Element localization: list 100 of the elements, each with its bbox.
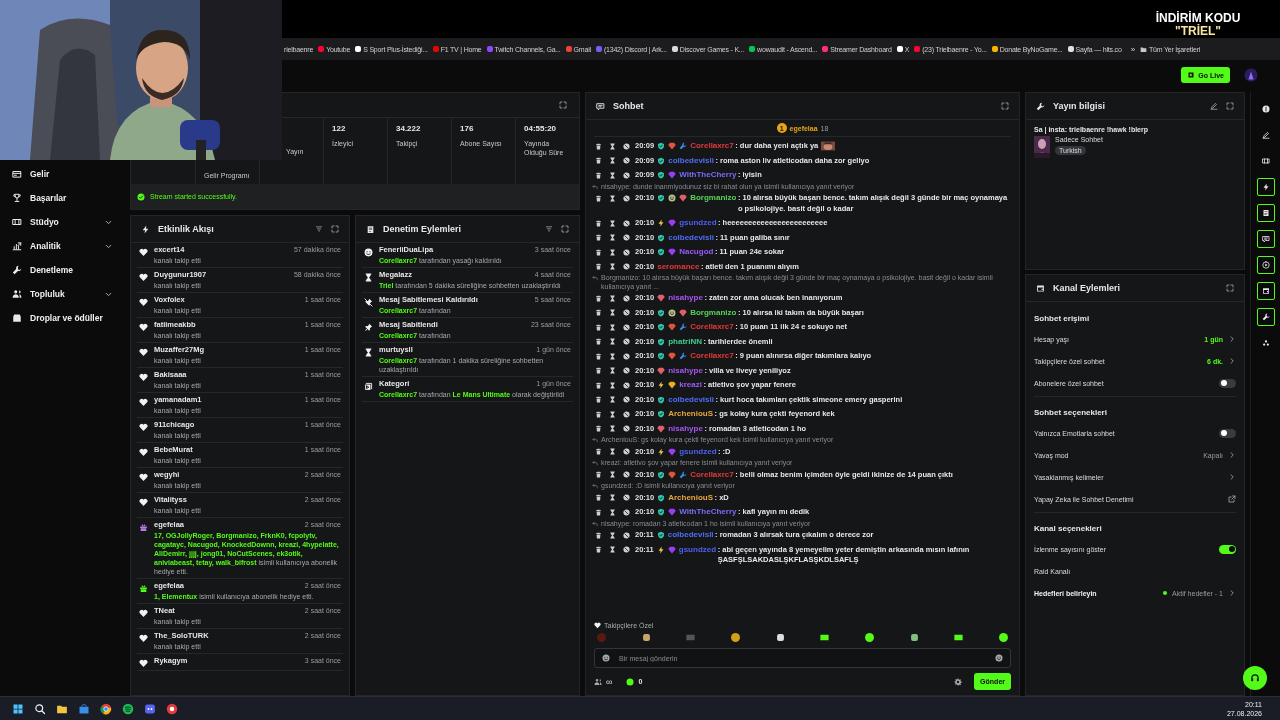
trash-icon[interactable]: [595, 338, 602, 346]
sidebar-item[interactable]: Denetleme: [0, 258, 125, 282]
trash-icon[interactable]: [595, 381, 602, 389]
hourglass-icon[interactable]: [609, 234, 616, 242]
hourglass-icon[interactable]: [609, 248, 616, 256]
chevron-right-icon[interactable]: [1228, 589, 1236, 597]
avatar-icon[interactable]: [1244, 68, 1258, 82]
chat-username[interactable]: gsundzed: [679, 446, 717, 457]
chevron-right-icon[interactable]: [1228, 473, 1236, 481]
sidebar-item[interactable]: Analitik: [0, 234, 125, 258]
ban-icon[interactable]: [623, 294, 630, 302]
expand-icon[interactable]: [559, 101, 567, 109]
toggle-switch[interactable]: [1219, 378, 1236, 388]
ban-icon[interactable]: [623, 425, 630, 433]
trash-icon[interactable]: [595, 171, 602, 179]
settings-icon[interactable]: [954, 677, 963, 686]
chat-username[interactable]: nisahype: [668, 293, 703, 304]
chat-username[interactable]: gsundzed: [679, 218, 717, 229]
ban-icon[interactable]: [623, 219, 630, 227]
hourglass-icon[interactable]: [609, 219, 616, 227]
activity-button[interactable]: [1257, 178, 1275, 196]
sidebar-item[interactable]: Droplar ve ödüller: [0, 306, 125, 330]
hourglass-icon[interactable]: [609, 381, 616, 389]
hourglass-icon[interactable]: [609, 171, 616, 179]
ban-icon[interactable]: [623, 142, 630, 150]
ban-icon[interactable]: [623, 471, 630, 479]
trash-icon[interactable]: [595, 248, 602, 256]
chat-username[interactable]: Borgmanizo: [690, 307, 737, 318]
hourglass-icon[interactable]: [609, 396, 616, 404]
ban-icon[interactable]: [623, 338, 630, 346]
chat-username[interactable]: colbedevisli: [668, 155, 714, 166]
ban-icon[interactable]: [623, 410, 630, 418]
hourglass-icon[interactable]: [609, 323, 616, 331]
trash-icon[interactable]: [595, 352, 602, 360]
expand-icon[interactable]: [331, 225, 339, 233]
trash-icon[interactable]: [595, 410, 602, 418]
chat-username[interactable]: Corellaxrc7: [690, 141, 734, 152]
chat-username[interactable]: ArcheniouS: [668, 409, 714, 420]
windows-logo-icon[interactable]: [12, 702, 24, 715]
ban-icon[interactable]: [623, 396, 630, 404]
search-icon[interactable]: [34, 702, 46, 715]
toggle-switch[interactable]: [1219, 428, 1236, 438]
sidebar-item[interactable]: Topluluk: [0, 282, 125, 306]
trash-icon[interactable]: [595, 294, 602, 302]
trash-icon[interactable]: [595, 448, 602, 456]
ban-icon[interactable]: [623, 171, 630, 179]
chat-username[interactable]: colbedevisli: [668, 394, 714, 405]
panel-button[interactable]: [1257, 282, 1275, 300]
ban-icon[interactable]: [623, 263, 630, 271]
trash-icon[interactable]: [595, 219, 602, 227]
trash-icon[interactable]: [595, 309, 602, 317]
chat-username[interactable]: ArcheniouS: [668, 492, 714, 503]
edit-icon[interactable]: [1210, 102, 1218, 110]
trash-icon[interactable]: [595, 367, 602, 375]
chat-username[interactable]: Borgmanizo: [690, 193, 737, 204]
sidebar-item[interactable]: Stüdyo: [0, 210, 125, 234]
ban-icon[interactable]: [623, 194, 630, 202]
trash-icon[interactable]: [595, 531, 602, 539]
chevron-right-icon[interactable]: [1228, 357, 1236, 365]
chat-button[interactable]: [1257, 230, 1275, 248]
hourglass-icon[interactable]: [609, 471, 616, 479]
chat-username[interactable]: Nacugod: [679, 247, 714, 258]
hourglass-icon[interactable]: [609, 294, 616, 302]
chat-username[interactable]: colbedevisli: [668, 232, 714, 243]
ban-icon[interactable]: [623, 323, 630, 331]
hourglass-icon[interactable]: [609, 194, 616, 202]
hourglass-icon[interactable]: [609, 309, 616, 317]
ban-icon[interactable]: [623, 494, 630, 502]
hourglass-icon[interactable]: [609, 531, 616, 539]
hourglass-icon[interactable]: [609, 352, 616, 360]
trash-icon[interactable]: [595, 494, 602, 502]
emote-icon[interactable]: [640, 632, 652, 643]
trash-icon[interactable]: [595, 142, 602, 150]
ban-icon[interactable]: [623, 352, 630, 360]
trash-icon[interactable]: [595, 425, 602, 433]
ban-icon[interactable]: [623, 508, 630, 516]
expand-icon[interactable]: [561, 225, 569, 233]
expand-icon[interactable]: [1226, 102, 1234, 110]
chat-username[interactable]: WithTheCherry: [679, 170, 737, 181]
chevron-right-icon[interactable]: [1228, 335, 1236, 343]
hourglass-icon[interactable]: [609, 546, 616, 554]
chat-username[interactable]: WithTheCherry: [679, 507, 737, 518]
ban-icon[interactable]: [623, 531, 630, 539]
trash-icon[interactable]: [595, 471, 602, 479]
player-button[interactable]: [1257, 256, 1275, 274]
expand-icon[interactable]: [1001, 102, 1009, 110]
moderation-button[interactable]: [1257, 204, 1275, 222]
hourglass-icon[interactable]: [609, 494, 616, 502]
hourglass-icon[interactable]: [609, 508, 616, 516]
trash-icon[interactable]: [595, 508, 602, 516]
ban-icon[interactable]: [623, 367, 630, 375]
support-button[interactable]: [1243, 666, 1267, 690]
chat-username[interactable]: gsundzed: [678, 544, 717, 555]
trash-icon[interactable]: [595, 396, 602, 404]
expand-icon[interactable]: [1226, 284, 1234, 292]
emoji-icon[interactable]: [995, 654, 1003, 662]
trash-icon[interactable]: [595, 323, 602, 331]
emote-icon[interactable]: [863, 632, 875, 643]
ban-icon[interactable]: [623, 309, 630, 317]
ban-icon[interactable]: [623, 234, 630, 242]
